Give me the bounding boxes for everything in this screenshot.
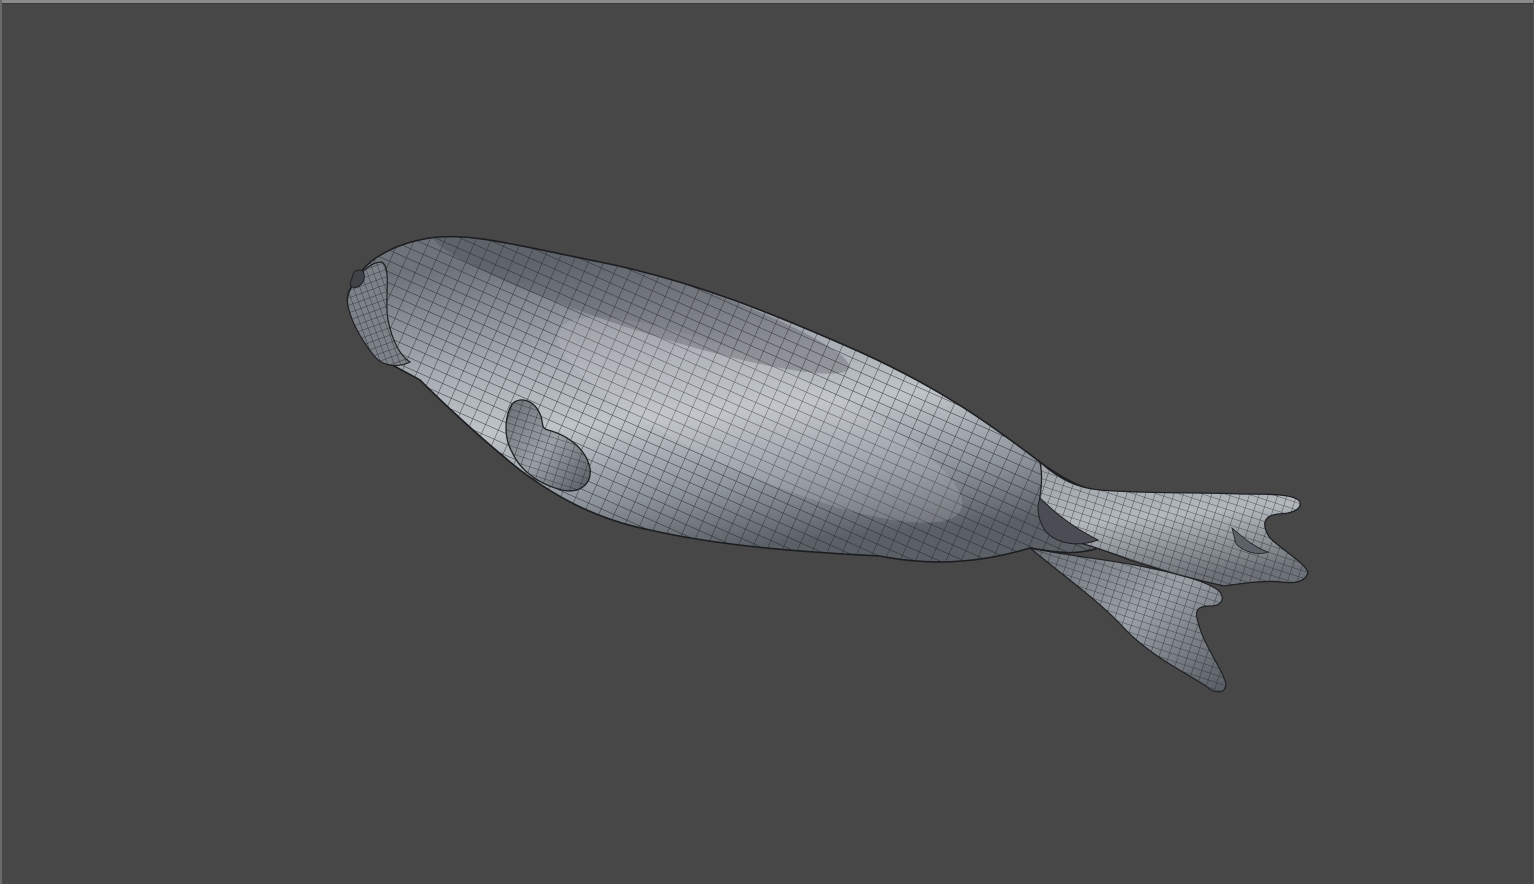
3d-viewport[interactable] bbox=[0, 0, 1534, 884]
seal-body bbox=[346, 235, 1101, 563]
seal-mesh-model[interactable] bbox=[0, 0, 1534, 884]
